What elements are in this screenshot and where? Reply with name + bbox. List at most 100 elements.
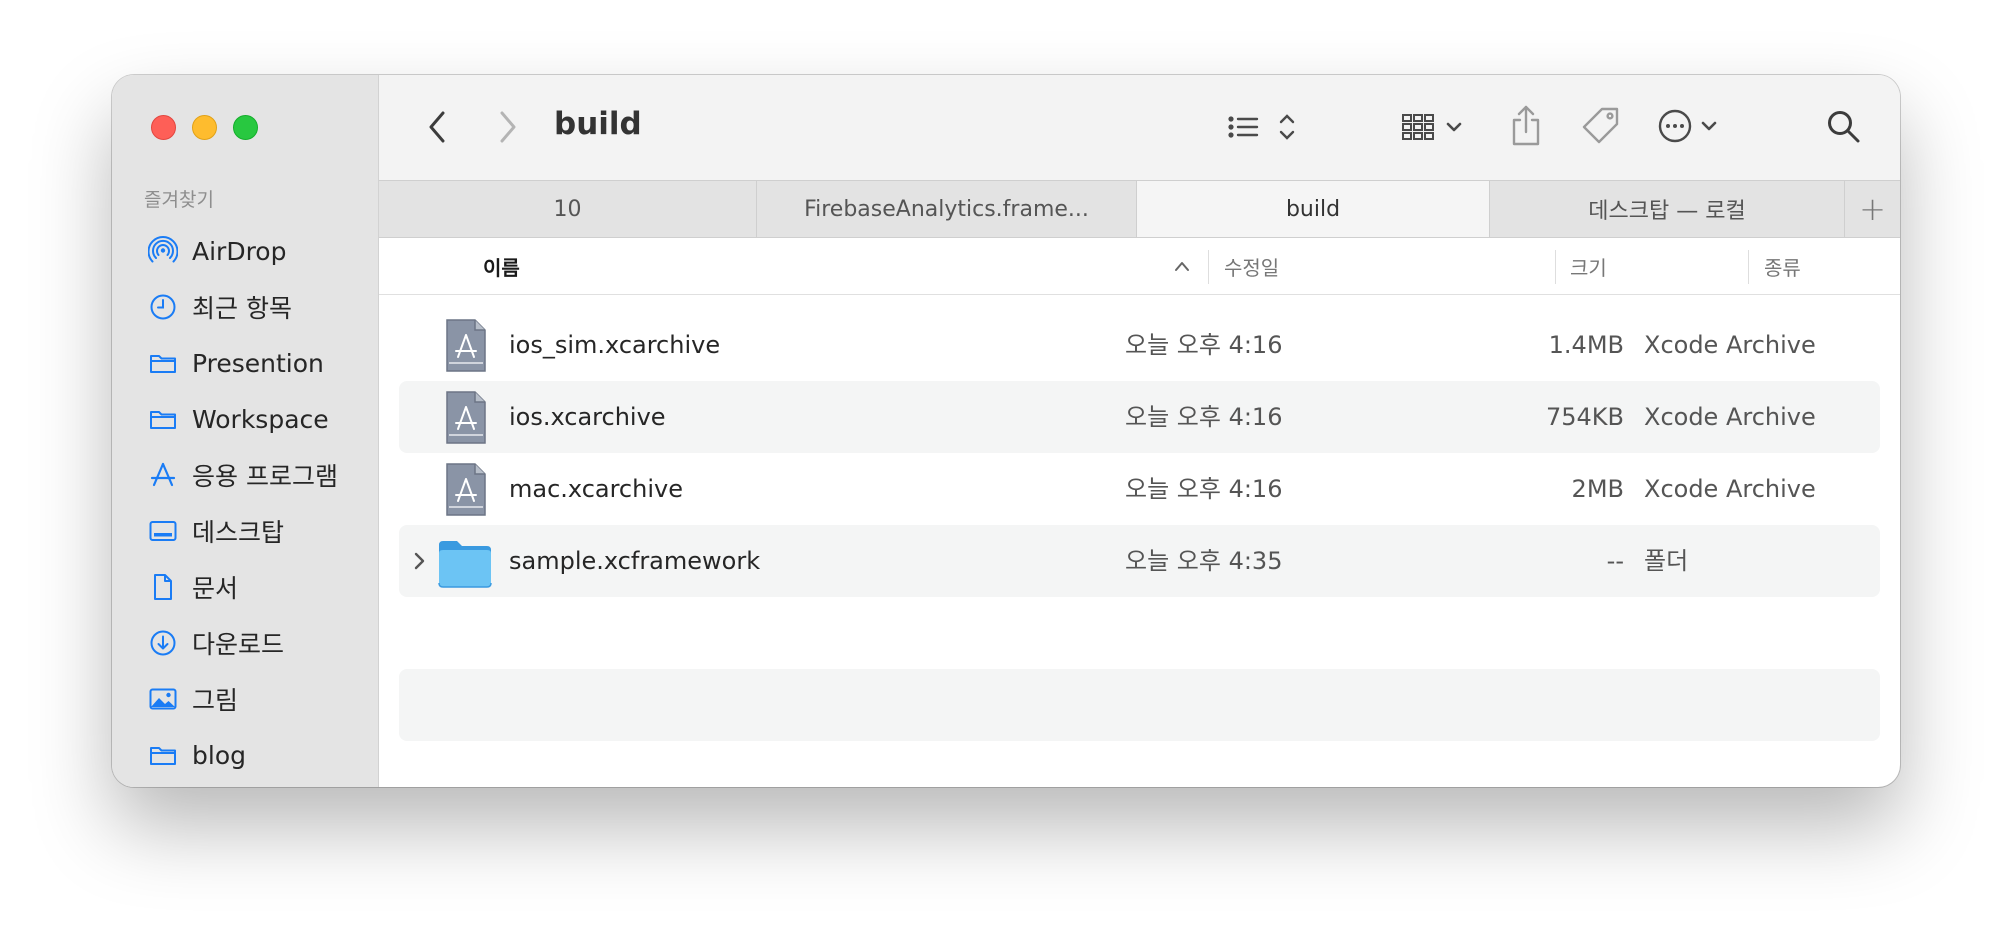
close-button[interactable] [151,115,176,140]
file-row[interactable]: ios_sim.xcarchive 오늘 오후 4:16 1.4MB Xcode… [399,309,1880,381]
toolbar: build [379,75,1900,180]
sidebar-item-workspace[interactable]: Workspace [112,391,378,447]
group-button[interactable] [1401,105,1471,149]
sidebar-item-label: AirDrop [192,236,287,266]
folder-icon [148,404,178,434]
new-tab-button[interactable]: + [1845,181,1900,237]
action-menu-button[interactable] [1657,103,1727,149]
file-name: ios_sim.xcarchive [509,331,721,359]
column-divider[interactable] [1748,250,1749,284]
sidebar-item-label: 데스크탑 [192,518,285,547]
file-kind: Xcode Archive [1644,475,1816,503]
sidebar-item-presention[interactable]: Presention [112,335,378,391]
window-controls [151,115,258,140]
finder-window: 즐겨찾기 AirDrop 최근 항목 Presention Workspace … [112,75,1900,787]
tag-button[interactable] [1579,103,1623,149]
sidebar-item-label: Workspace [192,404,329,434]
tab-bar: 10 FirebaseAnalytics.frame... build 데스크탑… [379,180,1900,238]
sidebar-heading-favorites: 즐겨찾기 [144,189,214,211]
airdrop-icon [148,236,178,266]
sidebar-item-label: Presention [192,348,324,378]
sidebar-item-blog[interactable]: blog [112,727,378,783]
xcarchive-icon [446,319,486,372]
folder-icon [148,348,178,378]
file-size: 1.4MB [1548,331,1624,359]
column-date-modified[interactable]: 수정일 [1224,238,1279,294]
sidebar-item-label: 그림 [192,686,239,715]
sidebar-item-label: 최근 항목 [192,294,292,323]
chevron-right-icon [500,111,516,143]
sidebar-item-label: 응용 프로그램 [192,462,338,491]
column-name[interactable]: 이름 [483,238,520,294]
file-name: sample.xcframework [509,547,761,575]
file-date: 오늘 오후 4:35 [1125,547,1283,575]
chevron-left-icon [429,111,445,143]
column-divider[interactable] [1208,250,1209,284]
desktop-icon [148,516,178,546]
sidebar-item-applications[interactable]: 응용 프로그램 [112,447,378,503]
file-name: mac.xcarchive [509,475,683,503]
sidebar: 즐겨찾기 AirDrop 최근 항목 Presention Workspace … [112,75,379,787]
xcarchive-icon [446,463,486,516]
document-icon [148,572,178,602]
sidebar-item-recents[interactable]: 최근 항목 [112,279,378,335]
file-date: 오늘 오후 4:16 [1125,331,1283,359]
share-button[interactable] [1506,101,1546,151]
minimize-button[interactable] [192,115,217,140]
share-icon [1512,105,1540,146]
main-pane: build 10 FirebaseAnalytics.frame... buil… [379,75,1900,787]
file-size: 754KB [1545,403,1624,431]
disclosure-chevron-icon[interactable] [411,549,427,573]
sort-ascending-icon [1175,262,1189,271]
sidebar-item-desktop[interactable]: 데스크탑 [112,503,378,559]
file-kind: 폴더 [1644,547,1689,575]
file-row[interactable]: mac.xcarchive 오늘 오후 4:16 2MB Xcode Archi… [399,453,1880,525]
tab-10[interactable]: 10 [379,181,757,237]
file-kind: Xcode Archive [1644,331,1816,359]
download-icon [148,628,178,658]
zoom-button[interactable] [233,115,258,140]
file-list: ios_sim.xcarchive 오늘 오후 4:16 1.4MB Xcode… [399,309,1880,741]
empty-row [399,597,1880,669]
file-row[interactable]: ios.xcarchive 오늘 오후 4:16 754KB Xcode Arc… [399,381,1880,453]
column-divider[interactable] [1555,250,1556,284]
search-button[interactable] [1824,105,1864,149]
grid-icon [1402,114,1462,140]
sidebar-item-airdrop[interactable]: AirDrop [112,223,378,279]
file-date: 오늘 오후 4:16 [1125,475,1283,503]
ellipsis-circle-icon [1658,109,1717,143]
window-title: build [554,106,642,142]
column-header: 이름 수정일 크기 종류 [379,238,1900,295]
sidebar-list: AirDrop 최근 항목 Presention Workspace 응용 프로… [112,223,378,783]
sidebar-item-label: 다운로드 [192,630,285,659]
empty-row [399,669,1880,741]
list-view-icon [1228,114,1295,140]
search-icon [1828,111,1860,143]
column-kind[interactable]: 종류 [1764,238,1801,294]
sidebar-item-downloads[interactable]: 다운로드 [112,615,378,671]
file-size: 2MB [1571,475,1624,503]
file-date: 오늘 오후 4:16 [1125,403,1283,431]
pictures-icon [148,684,178,714]
folder-icon [148,740,178,770]
tab-build[interactable]: build [1137,181,1490,237]
applications-icon [148,460,178,490]
sidebar-item-label: blog [192,740,246,770]
folder-icon [438,541,492,588]
view-options-button[interactable] [1227,105,1307,149]
tab-desktop-local[interactable]: 데스크탑 — 로컬 [1490,181,1845,237]
file-row[interactable]: sample.xcframework 오늘 오후 4:35 -- 폴더 [399,525,1880,597]
sidebar-item-documents[interactable]: 문서 [112,559,378,615]
sidebar-item-pictures[interactable]: 그림 [112,671,378,727]
tag-icon [1582,107,1619,144]
clock-icon [148,292,178,322]
back-button[interactable] [417,105,457,149]
file-kind: Xcode Archive [1644,403,1816,431]
xcarchive-icon [446,391,486,444]
tab-firebaseanalytics[interactable]: FirebaseAnalytics.frame... [757,181,1137,237]
column-size[interactable]: 크기 [1570,238,1607,294]
file-name: ios.xcarchive [509,403,666,431]
file-size: -- [1606,547,1624,575]
sidebar-item-label: 문서 [192,574,239,603]
forward-button[interactable] [488,105,528,149]
